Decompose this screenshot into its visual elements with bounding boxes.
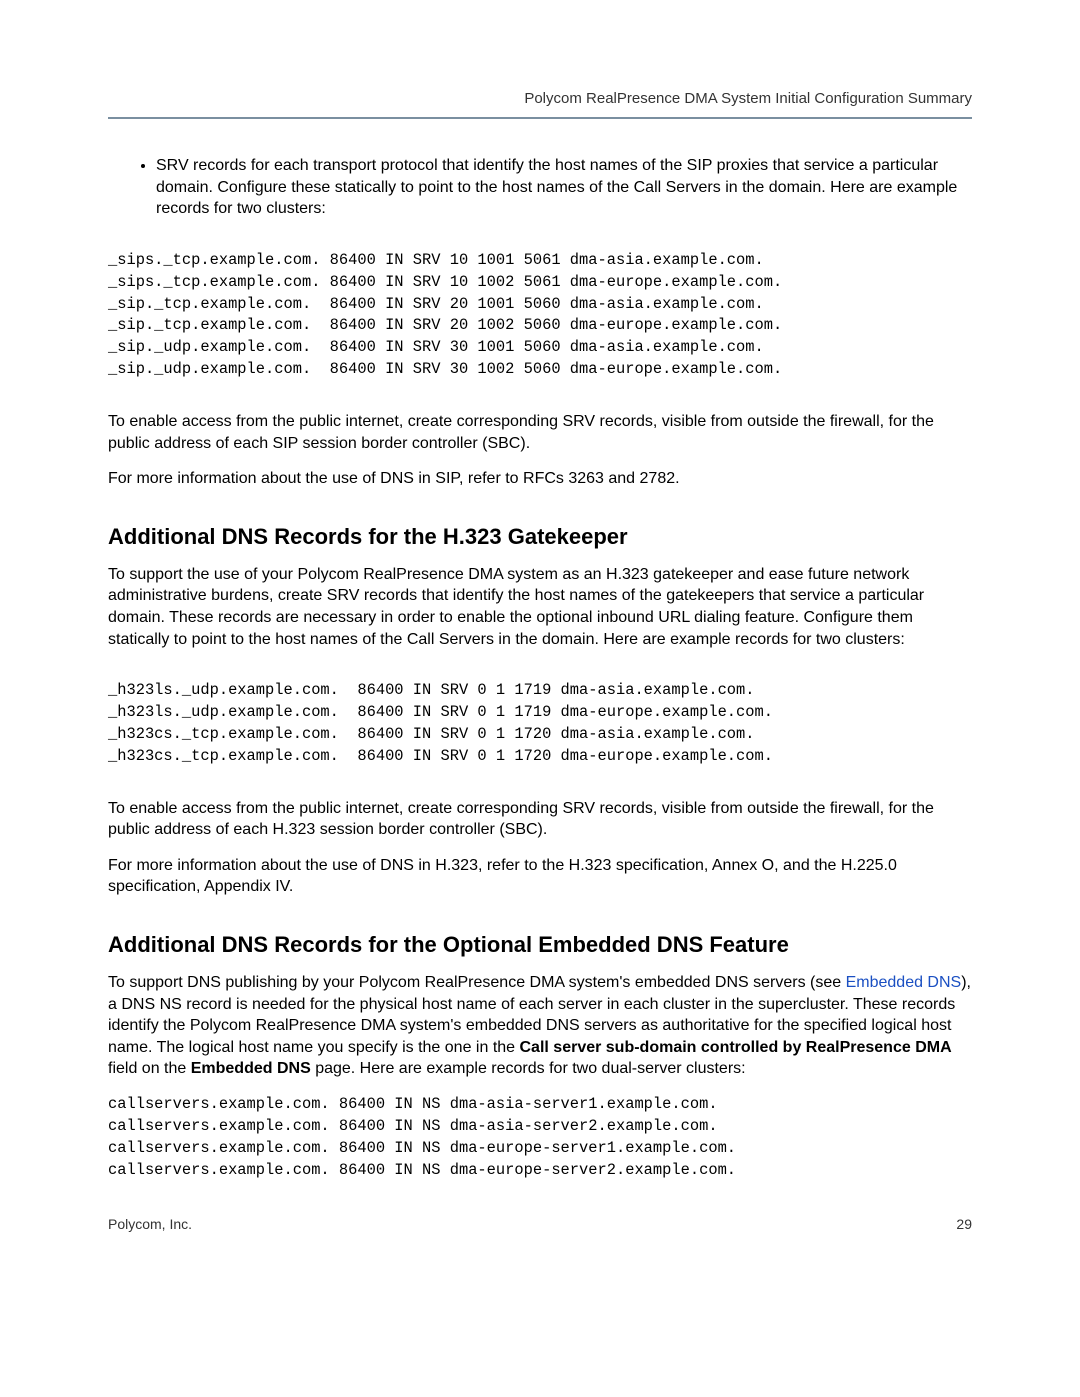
heading-h323: Additional DNS Records for the H.323 Gat…	[108, 524, 972, 550]
bold-embedded-dns-page: Embedded DNS	[191, 1060, 311, 1077]
code-block-sip-srv: _sips._tcp.example.com. 86400 IN SRV 10 …	[108, 250, 972, 381]
paragraph-sip-rfc: For more information about the use of DN…	[108, 468, 972, 490]
paragraph-h323-spec: For more information about the use of DN…	[108, 855, 972, 898]
code-block-ns-records: callservers.example.com. 86400 IN NS dma…	[108, 1094, 972, 1182]
code-block-h323-srv: _h323ls._udp.example.com. 86400 IN SRV 0…	[108, 680, 972, 768]
link-embedded-dns[interactable]: Embedded DNS	[846, 974, 962, 991]
heading-embedded-dns: Additional DNS Records for the Optional …	[108, 932, 972, 958]
text-embedded-pre-link: To support DNS publishing by your Polyco…	[108, 974, 846, 991]
header-title: Polycom RealPresence DMA System Initial …	[524, 90, 972, 107]
paragraph-sip-access: To enable access from the public interne…	[108, 411, 972, 454]
bullet-list: SRV records for each transport protocol …	[108, 155, 972, 220]
text-embedded-mid: field on the	[108, 1060, 191, 1077]
paragraph-h323-access: To enable access from the public interne…	[108, 798, 972, 841]
bullet-item: SRV records for each transport protocol …	[156, 155, 972, 220]
page-header: Polycom RealPresence DMA System Initial …	[108, 90, 972, 119]
page-footer: Polycom, Inc. 29	[108, 1216, 972, 1232]
paragraph-h323-intro: To support the use of your Polycom RealP…	[108, 564, 972, 650]
paragraph-embedded-intro: To support DNS publishing by your Polyco…	[108, 972, 972, 1080]
footer-company: Polycom, Inc.	[108, 1216, 192, 1232]
text-embedded-post-2: page. Here are example records for two d…	[311, 1060, 746, 1077]
bold-call-server-subdomain: Call server sub-domain controlled by Rea…	[520, 1039, 952, 1056]
page-container: Polycom RealPresence DMA System Initial …	[0, 0, 1080, 1292]
footer-page-number: 29	[956, 1216, 972, 1232]
